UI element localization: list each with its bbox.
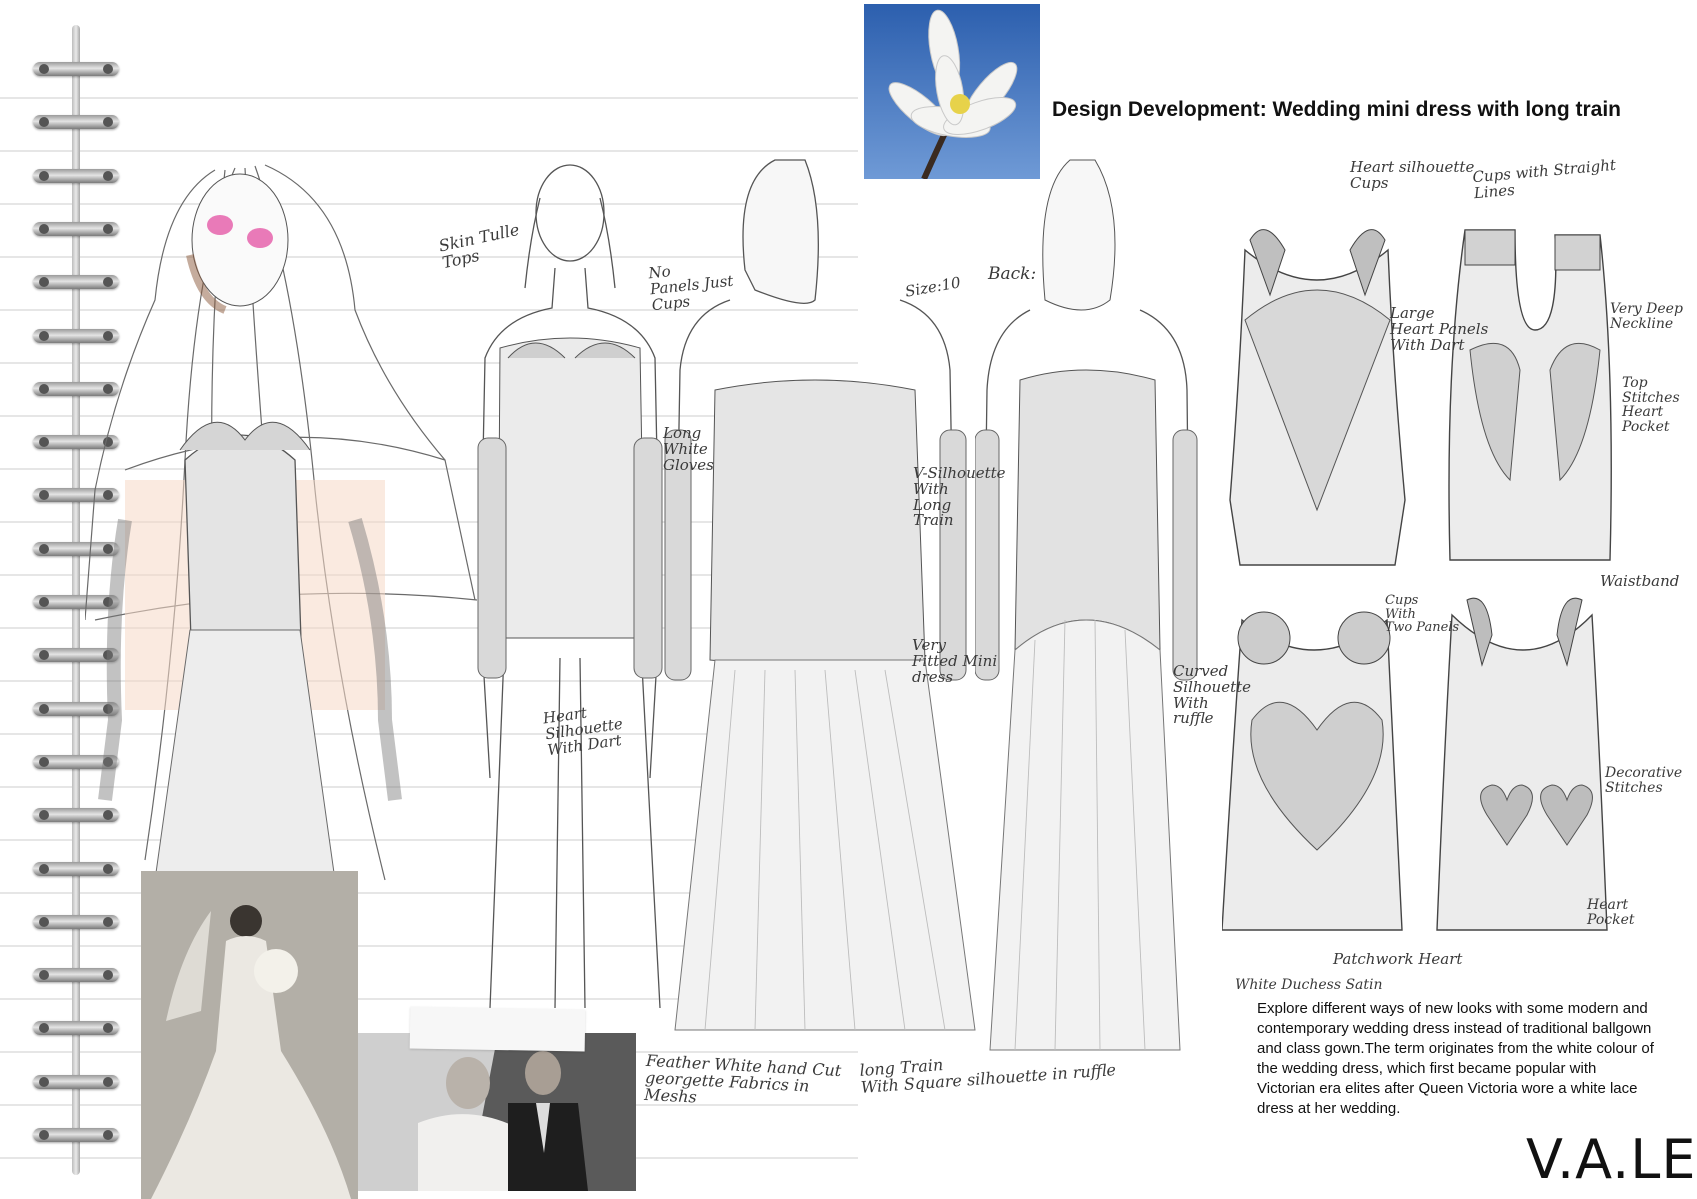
flat-front-heart-panels bbox=[1229, 229, 1406, 566]
back-view-ruffle-sketch bbox=[975, 159, 1198, 1051]
spiral-ring bbox=[33, 62, 119, 76]
annotation-feather: Feather White hand Cut georgette Fabrics… bbox=[643, 1050, 842, 1107]
spiral-ring bbox=[33, 1021, 119, 1036]
vintage-bride-photo bbox=[141, 871, 358, 1199]
annotation-long-gloves: Long White Gloves bbox=[663, 424, 714, 474]
annotation-v-silhouette: V-Silhouette With Long Train bbox=[913, 464, 1006, 530]
annotation-patchwork: Patchwork Heart bbox=[1333, 950, 1463, 968]
flat-back-heart-pockets bbox=[1436, 597, 1608, 931]
annotation-curved: Curved Silhouette With ruffle bbox=[1173, 662, 1252, 728]
annotation-back: Back: bbox=[988, 264, 1037, 284]
annotation-heart-cups: Heart silhouette Cups bbox=[1350, 158, 1475, 192]
annotation-decorative: Decorative Stitches bbox=[1605, 765, 1683, 796]
annotation-very-fitted: Very Fitted Mini dress bbox=[912, 636, 998, 686]
annotation-large-heart: Large Heart Panels With Dart bbox=[1390, 304, 1489, 354]
annotation-heart-pocket: Heart Pocket bbox=[1587, 897, 1635, 928]
sketchbook-page: Design Development: Wedding mini dress w… bbox=[0, 0, 1697, 1199]
flat-front-patchwork-heart bbox=[1222, 611, 1403, 931]
spiral-ring bbox=[33, 968, 119, 983]
annotation-deep-neck: Very Deep Neckline bbox=[1610, 301, 1683, 332]
bride-veil-sketch bbox=[85, 164, 478, 881]
annotation-duchess: White Duchess Satin bbox=[1235, 977, 1383, 993]
annotation-waistband: Waistband bbox=[1600, 572, 1680, 590]
spiral-ring bbox=[33, 1128, 119, 1142]
paper-tape bbox=[409, 1006, 586, 1052]
annotation-top-stitches: Top Stitches Heart Pocket bbox=[1622, 375, 1680, 436]
page-title: Design Development: Wedding mini dress w… bbox=[1052, 98, 1621, 121]
annotation-cups-two: Cups With Two Panels bbox=[1385, 593, 1460, 636]
flat-back-deep-neckline bbox=[1448, 229, 1612, 561]
annotation-no-panels: No Panels Just Cups bbox=[647, 262, 735, 314]
brand-logo: V.A.LE bbox=[1526, 1128, 1697, 1191]
spiral-ring bbox=[33, 115, 119, 130]
couple-photo bbox=[358, 1033, 636, 1191]
spiral-ring bbox=[33, 1074, 119, 1089]
description-text: Explore different ways of new looks with… bbox=[1257, 1000, 1654, 1117]
